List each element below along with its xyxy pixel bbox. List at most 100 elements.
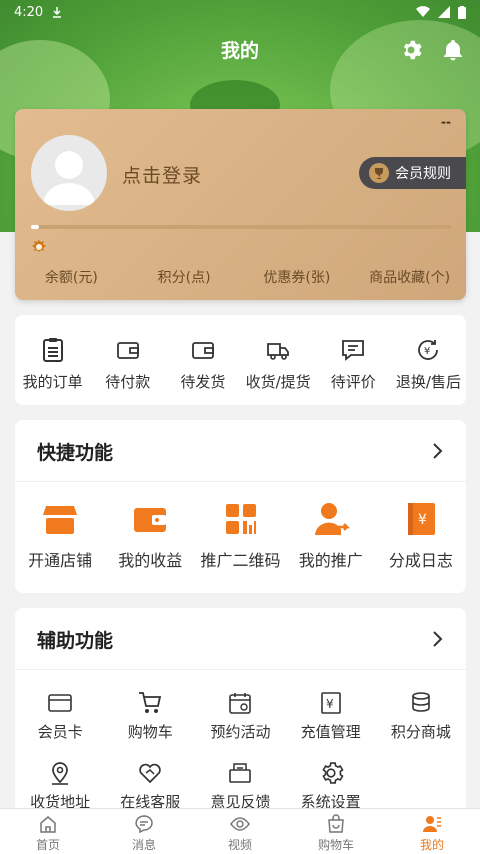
orders-panel: 我的订单 待付款 待发货 收货/提货 待评价 ¥ 退换/售后 xyxy=(15,315,466,405)
order-item-review[interactable]: 待评价 xyxy=(316,337,391,405)
signal-icon xyxy=(438,6,450,18)
quick-functions-header[interactable]: 快捷功能 xyxy=(15,420,466,482)
svg-text:¥: ¥ xyxy=(418,512,427,528)
quick-item-my-promotion[interactable]: 我的推广 xyxy=(286,500,376,571)
wifi-icon xyxy=(416,6,430,18)
order-item-label: 退换/售后 xyxy=(395,373,461,391)
comment-icon xyxy=(342,340,365,361)
wallet-icon xyxy=(116,342,139,359)
member-rules-label: 会员规则 xyxy=(395,166,451,182)
quick-item-qrcode[interactable]: 推广二维码 xyxy=(195,500,285,571)
quick-item-label: 推广二维码 xyxy=(200,551,281,570)
quick-item-label: 我的收益 xyxy=(118,551,183,570)
profile-icon xyxy=(423,816,441,832)
aux-item-recharge[interactable]: ¥ 充值管理 xyxy=(286,690,376,760)
top-bar: 我的 xyxy=(0,30,480,70)
svg-text:¥: ¥ xyxy=(326,697,334,711)
aux-item-label: 购物车 xyxy=(127,723,173,741)
order-item-unpaid[interactable]: 待付款 xyxy=(90,337,165,405)
aux-functions-panel: 辅助功能 会员卡 购物车 预约活动 ¥ 充值管理 积分商城 收货地址 在线客服 … xyxy=(15,608,466,818)
tab-home[interactable]: 首页 xyxy=(0,809,96,854)
recharge-icon: ¥ xyxy=(320,692,341,714)
tab-messages[interactable]: 消息 xyxy=(96,809,192,854)
stats-row: 余额(元) 积分(点) 优惠券(张) 商品收藏(个) xyxy=(15,267,466,287)
avatar[interactable] xyxy=(31,135,107,211)
battery-icon xyxy=(458,5,466,19)
svg-text:¥: ¥ xyxy=(424,346,430,357)
cart-icon xyxy=(328,814,344,833)
eye-icon xyxy=(230,817,250,831)
order-item-receive[interactable]: 收货/提货 xyxy=(241,337,316,405)
order-item-refund[interactable]: ¥ 退换/售后 xyxy=(391,337,466,405)
quick-item-commission-log[interactable]: ¥ 分成日志 xyxy=(376,500,466,571)
bell-icon[interactable] xyxy=(441,38,465,62)
ledger-icon: ¥ xyxy=(407,503,435,535)
aux-item-cart[interactable]: 购物车 xyxy=(105,690,195,760)
stat-balance[interactable]: 余额(元) xyxy=(15,267,128,287)
wallet-icon xyxy=(134,508,167,532)
order-item-label: 待评价 xyxy=(330,373,376,391)
chevron-right-icon xyxy=(433,443,443,459)
feedback-icon xyxy=(229,763,252,783)
order-item-all[interactable]: 我的订单 xyxy=(15,337,90,405)
vip-card-icon xyxy=(48,694,72,712)
tab-cart[interactable]: 购物车 xyxy=(288,809,384,854)
order-item-label: 我的订单 xyxy=(22,373,83,391)
gear-icon xyxy=(322,762,344,784)
order-list-icon xyxy=(42,338,63,362)
aux-item-booking[interactable]: 预约活动 xyxy=(195,690,285,760)
stat-points[interactable]: 积分(点) xyxy=(128,267,241,287)
section-title: 辅助功能 xyxy=(37,630,114,652)
status-time: 4:20 xyxy=(14,4,44,20)
aux-item-vip-card[interactable]: 会员卡 xyxy=(15,690,105,760)
bottom-tab-bar: 首页 消息 视频 购物车 我的 xyxy=(0,808,480,854)
trophy-icon xyxy=(369,163,389,183)
tab-video[interactable]: 视频 xyxy=(192,809,288,854)
section-title: 快捷功能 xyxy=(37,442,114,464)
status-bar: 4:20 xyxy=(0,0,480,24)
order-item-label: 待发货 xyxy=(180,373,226,391)
aux-item-label: 积分商城 xyxy=(390,723,451,741)
quick-item-label: 开通店铺 xyxy=(28,551,93,570)
refund-icon: ¥ xyxy=(418,340,439,360)
cart-icon xyxy=(139,692,162,713)
tab-label: 视频 xyxy=(227,838,252,852)
aux-functions-header[interactable]: 辅助功能 xyxy=(15,608,466,670)
shop-icon xyxy=(43,506,78,534)
login-link[interactable]: 点击登录 xyxy=(122,161,202,188)
aux-item-label: 预约活动 xyxy=(210,723,271,741)
order-item-label: 收货/提货 xyxy=(245,373,311,391)
more-icon[interactable]: -- xyxy=(441,115,451,129)
quick-item-earnings[interactable]: 我的收益 xyxy=(105,500,195,571)
aux-item-points-mall[interactable]: 积分商城 xyxy=(376,690,466,760)
level-badge-icon xyxy=(32,240,46,252)
location-icon xyxy=(52,762,69,785)
message-icon xyxy=(135,815,153,834)
stat-coupons[interactable]: 优惠券(张) xyxy=(241,267,354,287)
qrcode-icon xyxy=(225,504,256,534)
tab-mine[interactable]: 我的 xyxy=(384,809,480,854)
wallet-icon xyxy=(192,342,214,359)
order-item-unshipped[interactable]: 待发货 xyxy=(165,337,240,405)
user-share-icon xyxy=(314,503,350,535)
level-progress xyxy=(31,225,451,229)
aux-item-label: 充值管理 xyxy=(300,723,361,741)
tab-label: 首页 xyxy=(35,838,60,852)
truck-icon xyxy=(267,343,289,360)
member-rules-button[interactable]: 会员规则 xyxy=(359,157,466,189)
avatar-placeholder-icon xyxy=(43,151,95,205)
tab-label: 消息 xyxy=(131,838,156,852)
calendar-icon xyxy=(229,693,252,714)
gear-icon[interactable] xyxy=(399,38,423,62)
handshake-icon xyxy=(139,763,162,784)
quick-item-label: 分成日志 xyxy=(388,551,453,570)
stat-favorites[interactable]: 商品收藏(个) xyxy=(353,267,466,287)
quick-item-label: 我的推广 xyxy=(298,551,363,570)
quick-item-open-shop[interactable]: 开通店铺 xyxy=(15,500,105,571)
coins-icon xyxy=(412,692,430,712)
chevron-right-icon xyxy=(433,631,443,647)
tab-label: 购物车 xyxy=(317,838,354,852)
tab-label: 我的 xyxy=(419,838,444,852)
quick-functions-panel: 快捷功能 开通店铺 我的收益 推广二维码 我的推广 ¥ 分成日志 xyxy=(15,420,466,593)
aux-item-label: 会员卡 xyxy=(37,723,83,741)
